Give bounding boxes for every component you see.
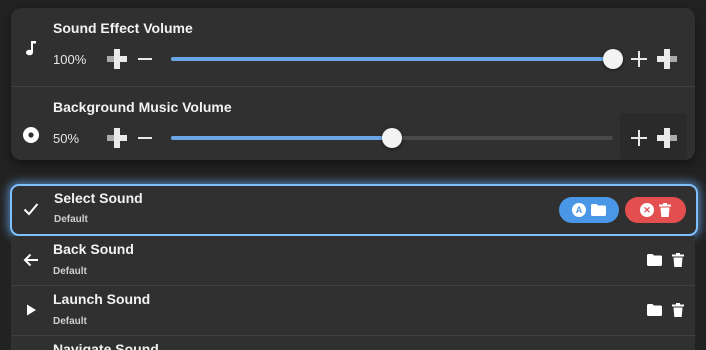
arrow-left-icon <box>21 250 41 270</box>
dpad-left-icon[interactable] <box>106 48 128 70</box>
dpad-right-icon[interactable] <box>656 127 678 149</box>
list-item-navigate-sound[interactable]: Navigate Sound <box>11 336 695 350</box>
background-music-volume-title: Background Music Volume <box>53 99 232 115</box>
decrease-sfx-button[interactable] <box>138 58 152 60</box>
sound-effect-volume-slider[interactable] <box>171 49 623 69</box>
volume-card: Sound Effect Volume 100% Background Musi… <box>11 8 695 160</box>
slider-thumb[interactable] <box>603 49 623 69</box>
list-item-back-sound[interactable]: Back Sound Default <box>11 236 695 285</box>
dpad-right-icon[interactable] <box>656 48 678 70</box>
dpad-left-icon[interactable] <box>106 127 128 149</box>
background-music-volume-value: 50% <box>53 131 80 146</box>
choose-file-button[interactable]: A <box>559 197 619 223</box>
play-icon <box>21 300 41 320</box>
check-icon <box>21 199 41 219</box>
increase-music-button[interactable] <box>631 130 647 146</box>
list-item-sublabel: Default <box>53 316 87 327</box>
sound-effect-volume-title: Sound Effect Volume <box>53 20 193 36</box>
disc-icon <box>21 125 41 145</box>
a-button-icon: A <box>572 203 586 217</box>
slider-fill <box>171 57 613 61</box>
list-item-sublabel: Default <box>54 214 88 225</box>
list-item-label: Launch Sound <box>53 291 151 307</box>
folder-icon <box>591 204 606 216</box>
music-note-icon <box>21 38 41 58</box>
background-music-volume-slider[interactable] <box>171 128 613 148</box>
list-item-label: Back Sound <box>53 241 134 257</box>
list-item-sublabel: Default <box>53 266 87 277</box>
sound-effect-volume-value: 100% <box>53 52 87 67</box>
background-music-volume-row: Background Music Volume 50% <box>11 87 695 160</box>
increase-sfx-button[interactable] <box>631 51 647 67</box>
sound-effect-volume-row: Sound Effect Volume 100% <box>11 8 695 86</box>
remove-sound-button[interactable]: ✕ <box>625 197 686 223</box>
x-button-icon: ✕ <box>640 203 654 217</box>
trash-icon <box>659 203 671 217</box>
trash-icon[interactable] <box>672 253 684 267</box>
folder-icon[interactable] <box>647 254 662 266</box>
list-item-launch-sound[interactable]: Launch Sound Default <box>11 286 695 335</box>
folder-icon[interactable] <box>647 304 662 316</box>
slider-fill <box>171 136 392 140</box>
decrease-music-button[interactable] <box>138 137 152 139</box>
slider-thumb[interactable] <box>382 128 402 148</box>
trash-icon[interactable] <box>672 303 684 317</box>
list-item-label: Select Sound <box>54 190 143 206</box>
list-item-label: Navigate Sound <box>53 341 159 350</box>
list-item-select-sound[interactable]: Select Sound Default A ✕ <box>10 184 698 236</box>
